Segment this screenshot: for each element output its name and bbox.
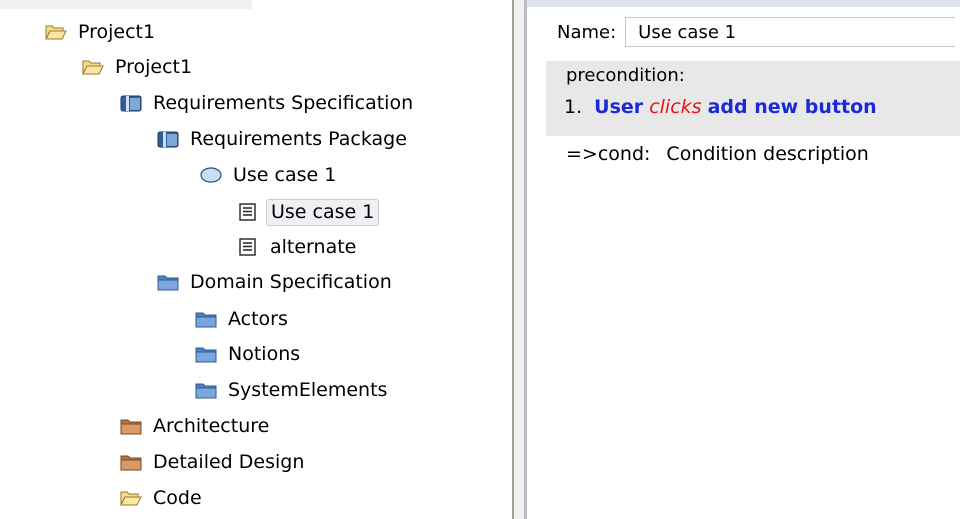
splitter-edge-left [512,0,514,519]
tree-item-code[interactable]: Code [120,480,206,516]
editor-header-strip [527,0,960,7]
package-folder-icon [120,93,142,113]
tree-item-domain-specification[interactable]: Domain Specification [157,264,396,300]
tree-item-label: Architecture [153,414,270,437]
name-row: Name: [557,17,956,47]
open-folder-icon [82,57,104,77]
open-folder-icon [45,22,67,42]
tree-item-label: Domain Specification [190,270,392,293]
tree-item-label: Use case 1 [266,198,380,226]
tree-item-label: Project1 [115,55,193,78]
brown-folder-icon [120,416,142,436]
tree-item-architecture[interactable]: Architecture [120,408,273,444]
document-icon [237,237,259,257]
tree-item-project1-root[interactable]: Project1 [45,14,159,50]
tree-item-label: Use case 1 [233,163,337,186]
tree-item-notions[interactable]: Notions [195,336,304,372]
use-case-oval-icon [200,165,222,185]
tree-header-strip [0,0,252,9]
tree-item-label: Requirements Package [190,127,407,150]
tree-item-label: Notions [228,342,301,365]
panel-splitter[interactable] [512,0,527,519]
blue-folder-icon [195,380,217,400]
tree-item-label: Detailed Design [153,450,305,473]
document-icon [237,202,259,222]
step-subject: User [594,96,644,118]
step-object: add new button [707,96,877,118]
tree-item-project1[interactable]: Project1 [82,49,196,85]
precondition-label: precondition: [566,65,685,86]
step-verb: clicks [649,96,702,118]
condition-key: =>cond: [566,143,651,165]
blue-folder-icon [157,272,179,292]
blue-folder-icon [195,309,217,329]
condition-description: Condition description [666,143,869,165]
tree-item-detailed-design[interactable]: Detailed Design [120,444,308,480]
precondition-block[interactable]: precondition: 1. User clicks add new butt… [546,61,960,136]
tree-item-label: Actors [228,307,288,330]
tree-item-label: Project1 [78,20,156,43]
tree-item-use-case-1[interactable]: Use case 1 [200,157,340,193]
name-label: Name: [557,21,617,43]
name-field[interactable] [625,17,956,47]
package-folder-icon [157,129,179,149]
tree-item-requirements-specification[interactable]: Requirements Specification [120,85,417,121]
tree-item-label: SystemElements [228,378,388,401]
brown-folder-icon [120,452,142,472]
blue-folder-icon [195,344,217,364]
tree-item-actors[interactable]: Actors [195,301,292,337]
tree-item-label: alternate [270,235,357,258]
tree-item-requirements-package[interactable]: Requirements Package [157,121,411,157]
tree-item-label: Requirements Specification [153,91,414,114]
tree-item-label: Code [153,486,202,509]
condition-row[interactable]: =>cond: Condition description [566,143,869,165]
project-tree-panel: Project1 Project1 Requirements Specifica… [0,0,512,519]
tree-item-use-case-1-scenario[interactable]: Use case 1 [237,194,380,230]
scenario-editor-panel: Name: precondition: 1. User clicks add ne… [527,0,960,519]
open-folder-icon [120,488,142,508]
step-number: 1. [564,96,583,118]
tree-item-system-elements[interactable]: SystemElements [195,372,391,408]
tree-item-alternate[interactable]: alternate [237,229,360,265]
scenario-step-1[interactable]: 1. User clicks add new button [564,96,877,118]
